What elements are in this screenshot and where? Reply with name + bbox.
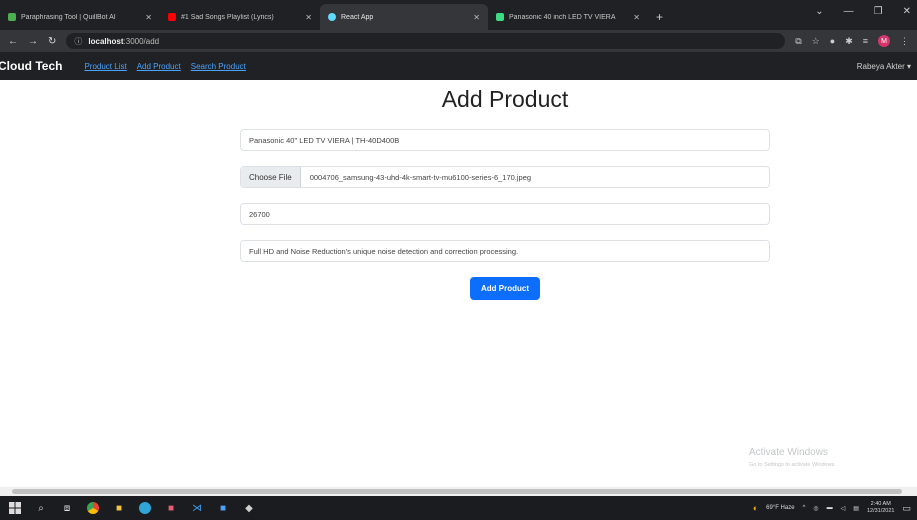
maximize-icon[interactable]: ❐ xyxy=(874,6,883,17)
volume-icon[interactable]: ◁ xyxy=(841,505,846,512)
search-icon[interactable]: ⌕ xyxy=(34,501,48,515)
choose-file-button[interactable]: Choose File xyxy=(241,167,301,187)
tab-title: Panasonic 40 inch LED TV VIERA xyxy=(509,13,616,21)
notifications-icon[interactable]: ▭ xyxy=(902,503,911,514)
store-icon[interactable]: ■ xyxy=(164,501,178,515)
clock-date: 12/31/2021 xyxy=(866,508,895,514)
network-icon[interactable]: ◎ xyxy=(813,505,818,512)
price-value: 26700 xyxy=(249,209,270,219)
close-tab-icon[interactable]: ✕ xyxy=(633,13,640,22)
selected-file-name: 0004706_samsung-43-uhd-4k-smart-tv-mu610… xyxy=(309,172,532,182)
url-path: :3000/add xyxy=(123,36,160,46)
app-navbar: Cloud Tech Product List Add Product Sear… xyxy=(0,52,917,80)
add-product-button[interactable]: Add Product xyxy=(470,277,540,300)
address-bar[interactable]: ⓘ localhost:3000/add xyxy=(66,33,786,49)
tab-title: Paraphrasing Tool | QuillBot AI xyxy=(21,13,116,21)
minimize-icon[interactable]: — xyxy=(844,6,854,17)
close-tab-icon[interactable]: ✕ xyxy=(305,13,312,22)
browser-tab-youtube[interactable]: #1 Sad Songs Playlist (Lyrics) ✕ xyxy=(160,4,320,30)
clock-time: 2:40 AM xyxy=(870,501,891,507)
puzzle-icon[interactable]: ✱ xyxy=(845,36,853,47)
description-value: Full HD and Noise Reduction's unique noi… xyxy=(249,246,519,256)
brand-logo[interactable]: Cloud Tech xyxy=(0,59,62,73)
file-explorer-icon[interactable]: ■ xyxy=(112,501,126,515)
bookmark-star-icon[interactable]: ☆ xyxy=(812,36,820,47)
vscode-icon[interactable]: ⋊ xyxy=(190,501,204,515)
battery-icon[interactable]: ▬ xyxy=(827,505,833,511)
task-view-icon[interactable]: ⧈ xyxy=(60,501,74,515)
menu-icon[interactable]: ⋮ xyxy=(900,36,909,47)
browser-tab-panasonic[interactable]: Panasonic 40 inch LED TV VIERA ✕ xyxy=(488,4,648,30)
panasonic-favicon-icon xyxy=(496,13,504,21)
close-tab-icon[interactable]: ✕ xyxy=(145,13,152,22)
tab-title: React App xyxy=(341,13,374,21)
horizontal-scrollbar[interactable] xyxy=(0,487,917,496)
tab-title: #1 Sad Songs Playlist (Lyrics) xyxy=(181,13,274,21)
info-icon[interactable]: ⓘ xyxy=(74,36,82,47)
tab-search-icon[interactable]: ⌄ xyxy=(815,6,823,17)
activate-windows-watermark: Activate Windows Go to Settings to activ… xyxy=(749,447,836,468)
nav-link-search-product[interactable]: Search Product xyxy=(191,62,246,71)
weather-icon: ◐ xyxy=(752,503,759,513)
page-title: Add Product xyxy=(441,86,569,112)
scrollbar-thumb[interactable] xyxy=(12,489,902,494)
app-icon[interactable]: ■ xyxy=(216,501,230,515)
profile-avatar[interactable]: M xyxy=(878,35,890,47)
windows-taskbar: ⌕ ⧈ ■ ■ ⋊ ■ ◆ ◐ 69°F Haze ^ ◎ ▬ ◁ ▤ 2:40… xyxy=(0,496,917,520)
forward-icon[interactable]: → xyxy=(28,36,38,47)
watermark-title: Activate Windows xyxy=(749,447,828,458)
product-name-input[interactable]: Panasonic 40" LED TV VIERA | TH-40D400B xyxy=(240,129,770,151)
nav-link-add-product[interactable]: Add Product xyxy=(137,62,181,71)
windows-start-icon[interactable] xyxy=(8,501,22,515)
quillbot-favicon-icon xyxy=(8,13,16,21)
edge-icon[interactable] xyxy=(138,501,152,515)
chrome-icon[interactable] xyxy=(86,501,100,515)
browser-tab-react-app[interactable]: React App ✕ xyxy=(320,4,488,30)
product-name-value: Panasonic 40" LED TV VIERA | TH-40D400B xyxy=(249,135,400,145)
extension-icon[interactable]: ● xyxy=(830,36,835,46)
youtube-favicon-icon xyxy=(168,13,176,21)
chevron-up-icon[interactable]: ^ xyxy=(803,505,806,511)
reload-icon[interactable]: ↻ xyxy=(48,36,56,47)
share-icon[interactable]: ⧉ xyxy=(795,36,801,47)
price-input[interactable]: 26700 xyxy=(240,203,770,225)
new-tab-icon[interactable]: + xyxy=(648,10,671,30)
close-window-icon[interactable]: ✕ xyxy=(903,6,911,17)
user-dropdown[interactable]: Rabeya Akter ▾ xyxy=(857,62,911,71)
window-controls: ⌄ — ❐ ✕ xyxy=(815,6,911,17)
browser-tab-strip: Paraphrasing Tool | QuillBot AI ✕ #1 Sad… xyxy=(0,0,917,30)
system-tray: ◐ 69°F Haze ^ ◎ ▬ ◁ ▤ 2:40 AM 12/31/2021… xyxy=(753,501,917,515)
browser-toolbar: ← → ↻ ⓘ localhost:3000/add ⧉ ☆ ● ✱ ≡ M ⋮ xyxy=(0,30,917,52)
watermark-subtitle: Go to Settings to activate Windows. xyxy=(749,462,836,468)
product-image-file-input[interactable]: Choose File 0004706_samsung-43-uhd-4k-sm… xyxy=(240,166,770,188)
extensions-area: ⧉ ☆ ● ✱ ≡ M ⋮ xyxy=(795,35,909,47)
clock[interactable]: 2:40 AM 12/31/2021 xyxy=(867,501,895,515)
media-icon[interactable]: ≡ xyxy=(863,36,868,46)
app-icon-2[interactable]: ◆ xyxy=(242,501,256,515)
nav-link-product-list[interactable]: Product List xyxy=(84,62,126,71)
back-icon[interactable]: ← xyxy=(8,36,18,47)
react-favicon-icon xyxy=(328,13,336,21)
description-input[interactable]: Full HD and Noise Reduction's unique noi… xyxy=(240,240,770,262)
weather-text[interactable]: 69°F Haze xyxy=(766,505,794,511)
url-host: localhost xyxy=(88,36,124,46)
language-icon[interactable]: ▤ xyxy=(853,505,859,512)
browser-tab-quillbot[interactable]: Paraphrasing Tool | QuillBot AI ✕ xyxy=(0,4,160,30)
close-tab-icon[interactable]: ✕ xyxy=(473,13,480,22)
